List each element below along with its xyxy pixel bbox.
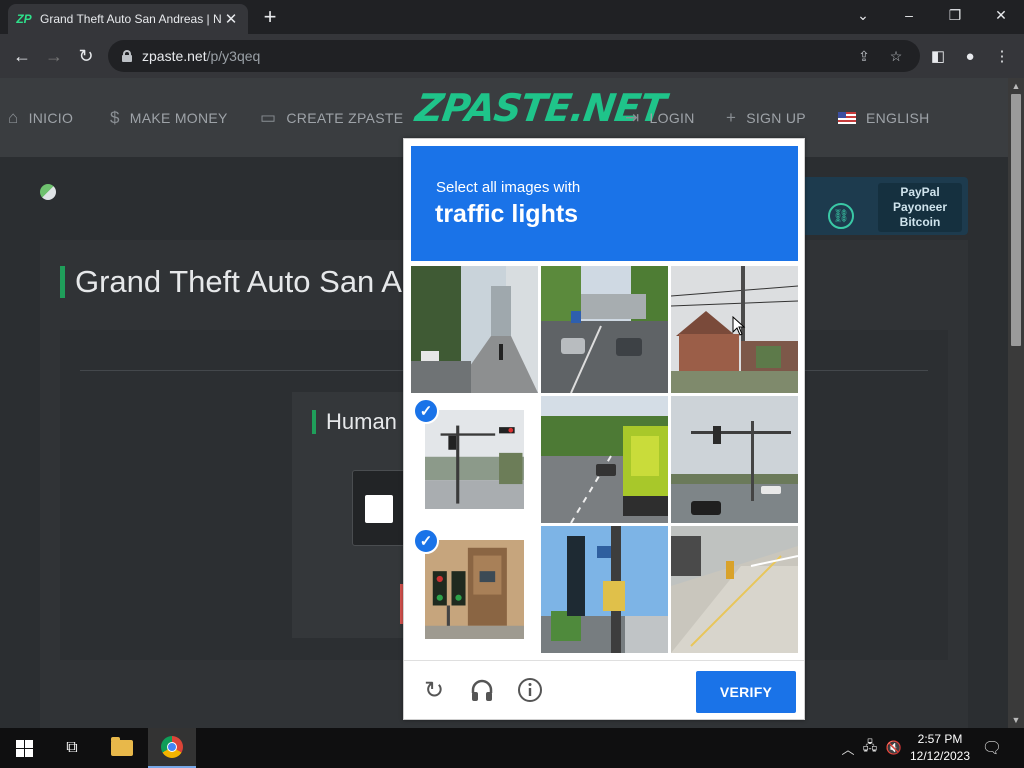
share-icon[interactable]: ⇪ bbox=[854, 46, 874, 66]
road-truck-image bbox=[541, 396, 668, 523]
traffic-signal-intersection-image bbox=[424, 409, 525, 510]
back-arrow-icon[interactable]: ← bbox=[8, 42, 36, 70]
tab-search-chevron-icon[interactable]: ⌄ bbox=[840, 0, 886, 30]
nav-inicio-label: INICIO bbox=[28, 110, 74, 126]
side-panel-icon[interactable]: ◧ bbox=[928, 46, 948, 66]
selected-check-icon: ✓ bbox=[413, 398, 439, 424]
system-clock[interactable]: 2:57 PM 12/12/2023 bbox=[905, 731, 975, 765]
home-icon: ⌂ bbox=[8, 108, 19, 127]
sidewalk-hydrant-image bbox=[671, 526, 798, 653]
selected-check-icon: ✓ bbox=[413, 528, 439, 554]
page-scrollbar[interactable]: ▲ ▼ bbox=[1008, 78, 1024, 728]
recaptcha-checkbox[interactable] bbox=[365, 495, 393, 523]
url-path: /p/y3qeq bbox=[206, 48, 261, 64]
close-window-button[interactable]: ✕ bbox=[978, 0, 1024, 30]
volume-muted-icon[interactable]: 🔇 bbox=[884, 738, 904, 758]
scroll-up-icon[interactable]: ▲ bbox=[1008, 78, 1024, 94]
ad-line: Bitcoin bbox=[899, 215, 941, 229]
image-tile[interactable] bbox=[541, 526, 668, 653]
info-circle-icon bbox=[518, 678, 542, 702]
nav-sign-up[interactable]: + SIGN UP bbox=[726, 107, 806, 129]
recaptcha-challenge: Select all images with traffic lights ✓ … bbox=[403, 138, 805, 720]
us-flag-icon bbox=[838, 112, 856, 124]
lock-icon bbox=[122, 50, 132, 62]
challenge-header: Select all images with traffic lights bbox=[411, 146, 798, 261]
challenge-target: traffic lights bbox=[435, 200, 579, 228]
human-verification-title: Human bbox=[312, 410, 397, 434]
city-sidewalk-image bbox=[411, 266, 538, 393]
reload-challenge-icon[interactable]: ↻ bbox=[419, 675, 449, 705]
image-tile[interactable] bbox=[541, 396, 668, 523]
nav-create-zpaste-label: CREATE ZPASTE bbox=[286, 110, 404, 126]
challenge-instruction: Select all images with bbox=[436, 179, 581, 196]
ad-line: Payoneer bbox=[892, 200, 948, 214]
nav-login-label: LOGIN bbox=[649, 110, 695, 126]
verify-button[interactable]: VERIFY bbox=[696, 671, 796, 713]
login-icon: ⇥ bbox=[625, 108, 640, 127]
start-button[interactable] bbox=[0, 728, 48, 768]
forward-arrow-icon[interactable]: → bbox=[40, 42, 68, 70]
nav-create-zpaste[interactable]: ▭ CREATE ZPASTE bbox=[260, 107, 403, 129]
task-view-icon[interactable]: ⧉ bbox=[48, 728, 96, 768]
headphones-icon bbox=[471, 679, 493, 701]
windows-taskbar: ⧉ ︿ 🖧 🔇 2:57 PM 12/12/2023 🗨 bbox=[0, 728, 1024, 768]
nav-inicio[interactable]: ⌂ INICIO bbox=[8, 107, 73, 129]
audio-challenge-headphones-icon[interactable] bbox=[467, 675, 497, 705]
profile-icon[interactable]: ● bbox=[960, 46, 980, 66]
ad-line: PayPal bbox=[900, 185, 940, 199]
nav-make-money-label: MAKE MONEY bbox=[129, 110, 228, 126]
reload-icon[interactable]: ↻ bbox=[72, 42, 100, 70]
notification-icon[interactable]: 🗨 bbox=[982, 738, 1002, 758]
minimize-button[interactable]: – bbox=[886, 0, 932, 30]
browser-tab[interactable]: ZP Grand Theft Auto San Andreas | N ✕ bbox=[8, 4, 248, 34]
traffic-light-building-image bbox=[424, 539, 525, 640]
nav-language[interactable]: ENGLISH bbox=[838, 107, 930, 129]
tray-chevron-icon[interactable]: ︿ bbox=[838, 738, 858, 758]
browser-toolbar: ← → ↻ zpaste.net /p/y3qeq ⇪ ☆ ◧ ● ⋮ bbox=[0, 34, 1024, 78]
close-tab-icon[interactable]: ✕ bbox=[222, 10, 240, 28]
zpaste-favicon-icon: ZP bbox=[16, 12, 32, 26]
info-icon[interactable] bbox=[515, 675, 545, 705]
folder-icon: ▭ bbox=[260, 108, 277, 127]
image-tile[interactable]: ✓ bbox=[411, 396, 538, 523]
new-tab-button[interactable]: + bbox=[258, 5, 282, 29]
ad-text: PayPal Payoneer Bitcoin bbox=[878, 183, 962, 232]
image-tile[interactable] bbox=[541, 266, 668, 393]
file-explorer-button[interactable] bbox=[98, 728, 146, 768]
mouse-cursor-icon bbox=[732, 316, 746, 336]
image-tile[interactable] bbox=[671, 526, 798, 653]
network-icon[interactable]: 🖧 bbox=[860, 738, 880, 758]
address-bar[interactable]: zpaste.net /p/y3qeq ⇪ ☆ bbox=[108, 40, 920, 72]
traffic-light-pole-image bbox=[541, 526, 668, 653]
chrome-taskbar-button[interactable] bbox=[148, 728, 196, 768]
nav-sign-up-label: SIGN UP bbox=[746, 110, 806, 126]
folder-icon bbox=[111, 737, 133, 756]
nav-make-money[interactable]: $ MAKE MONEY bbox=[110, 107, 228, 129]
challenge-footer: ↻ VERIFY bbox=[404, 660, 804, 720]
highway-cars-image bbox=[541, 266, 668, 393]
chrome-icon bbox=[161, 736, 183, 758]
image-tile[interactable]: ✓ bbox=[411, 526, 538, 653]
bookmark-star-icon[interactable]: ☆ bbox=[886, 46, 906, 66]
maximize-button[interactable]: ❐ bbox=[932, 0, 978, 30]
image-tile[interactable] bbox=[671, 396, 798, 523]
image-tile[interactable] bbox=[411, 266, 538, 393]
scroll-down-icon[interactable]: ▼ bbox=[1008, 712, 1024, 728]
link-icon: ⛓ bbox=[828, 203, 854, 229]
clock-date: 12/12/2023 bbox=[909, 749, 971, 763]
browser-tab-strip: ZP Grand Theft Auto San Andreas | N ✕ + … bbox=[0, 0, 1024, 34]
ad-banner[interactable]: ⛓ PayPal Payoneer Bitcoin bbox=[800, 177, 968, 235]
menu-kebab-icon[interactable]: ⋮ bbox=[992, 46, 1012, 66]
traffic-light-car-image bbox=[671, 396, 798, 523]
url-host: zpaste.net bbox=[142, 48, 207, 64]
nav-language-label: ENGLISH bbox=[866, 110, 930, 126]
clock-time: 2:57 PM bbox=[917, 732, 963, 746]
plus-icon: + bbox=[726, 108, 737, 127]
dollar-icon: $ bbox=[110, 108, 120, 127]
windows-logo-icon bbox=[15, 739, 33, 757]
scroll-thumb[interactable] bbox=[1011, 94, 1021, 346]
nav-login[interactable]: ⇥ LOGIN bbox=[625, 107, 695, 129]
tab-title: Grand Theft Auto San Andreas | N bbox=[40, 12, 222, 26]
broken-image-icon bbox=[40, 184, 56, 200]
